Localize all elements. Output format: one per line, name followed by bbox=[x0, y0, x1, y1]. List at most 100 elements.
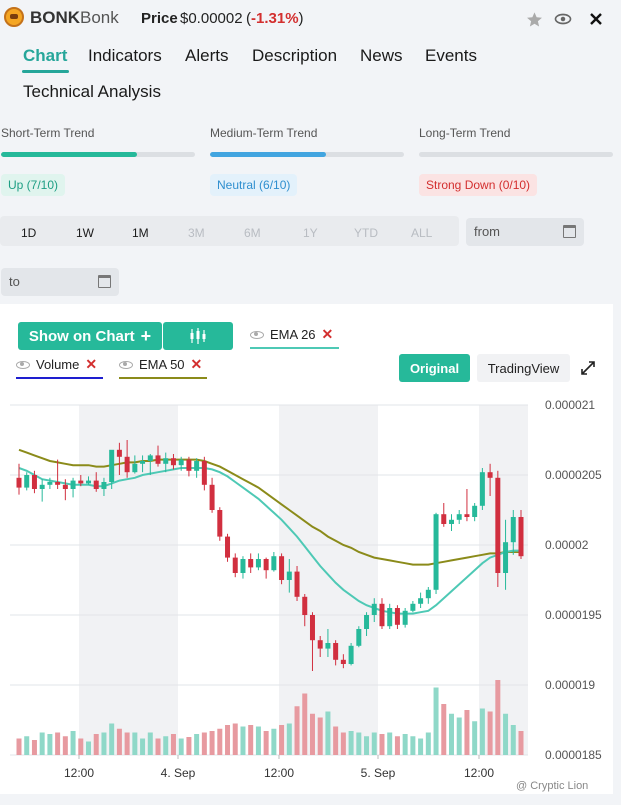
tab-alerts[interactable]: Alerts bbox=[185, 46, 228, 66]
eye-icon[interactable] bbox=[16, 360, 30, 369]
star-icon[interactable] bbox=[524, 9, 544, 29]
volume-bar bbox=[286, 723, 292, 755]
candle-body bbox=[209, 484, 215, 510]
volume-bar bbox=[170, 734, 176, 755]
long-term-trend: Long-Term Trend Strong Down (0/10) bbox=[419, 126, 613, 196]
candle-body bbox=[410, 603, 416, 611]
candle-body bbox=[132, 463, 138, 473]
tradingview-button[interactable]: TradingView bbox=[477, 354, 570, 382]
candle-body bbox=[201, 461, 207, 485]
range-ytd-button[interactable]: YTD bbox=[354, 226, 378, 240]
volume-bar bbox=[263, 731, 269, 755]
range-1w-button[interactable]: 1W bbox=[76, 226, 94, 240]
tab-indicators[interactable]: Indicators bbox=[88, 46, 162, 66]
active-tab-indicator bbox=[22, 70, 69, 73]
volume-bar bbox=[140, 738, 146, 755]
volume-bar bbox=[279, 725, 285, 755]
show-on-chart-label: Show on Chart bbox=[28, 327, 135, 345]
trend-bar-fill bbox=[210, 152, 327, 157]
range-6m-button[interactable]: 6M bbox=[244, 226, 261, 240]
close-icon[interactable] bbox=[586, 9, 606, 29]
candle-body bbox=[255, 559, 261, 568]
volume-bar bbox=[503, 713, 509, 755]
eye-icon[interactable] bbox=[553, 9, 573, 29]
volume-bar bbox=[410, 736, 416, 755]
price-chart[interactable]: 0.000021 0.0000205 0.00002 0.0000195 0.00001… bbox=[0, 400, 613, 780]
volume-bar bbox=[448, 713, 454, 755]
tab-technical-analysis[interactable]: Technical Analysis bbox=[23, 82, 161, 102]
volume-bar bbox=[302, 693, 308, 755]
volume-bar bbox=[132, 732, 138, 755]
plus-icon: + bbox=[140, 325, 152, 346]
range-1y-button[interactable]: 1Y bbox=[303, 226, 318, 240]
indicator-ema26[interactable]: EMA 26 ✕ bbox=[250, 326, 339, 349]
x-tick-label: 12:00 bbox=[464, 766, 494, 780]
y-tick-label: 0.000021 bbox=[545, 400, 595, 412]
volume-bar bbox=[62, 736, 68, 755]
range-3m-button[interactable]: 3M bbox=[188, 226, 205, 240]
volume-bar bbox=[317, 717, 323, 755]
tab-chart[interactable]: Chart bbox=[23, 46, 67, 66]
candle-body bbox=[93, 480, 99, 489]
remove-icon[interactable]: ✕ bbox=[191, 356, 203, 373]
candle-body bbox=[225, 536, 231, 558]
candle-body bbox=[163, 458, 169, 464]
remove-icon[interactable]: ✕ bbox=[322, 326, 334, 343]
candle-body bbox=[464, 514, 470, 517]
x-tick-label: 12:00 bbox=[264, 766, 294, 780]
volume-bar bbox=[116, 728, 122, 755]
indicator-label: Volume bbox=[36, 357, 80, 372]
indicator-volume[interactable]: Volume ✕ bbox=[16, 356, 103, 379]
trend-label: Short-Term Trend bbox=[1, 126, 95, 140]
date-to-field[interactable]: to bbox=[1, 268, 119, 296]
indicator-label: EMA 50 bbox=[139, 357, 185, 372]
candle-body bbox=[503, 542, 509, 573]
tab-news[interactable]: News bbox=[360, 46, 403, 66]
candle-body bbox=[510, 517, 516, 543]
volume-bar bbox=[93, 734, 99, 755]
volume-bar bbox=[109, 723, 115, 755]
calendar-icon bbox=[563, 225, 576, 238]
original-chart-button[interactable]: Original bbox=[399, 354, 470, 382]
range-1m-button[interactable]: 1M bbox=[132, 226, 149, 240]
trend-bar bbox=[210, 152, 404, 157]
range-all-button[interactable]: ALL bbox=[411, 226, 432, 240]
volume-bar bbox=[387, 732, 393, 755]
candle-body bbox=[441, 514, 447, 524]
eye-icon[interactable] bbox=[119, 360, 133, 369]
volume-bar bbox=[333, 726, 339, 755]
candle-body bbox=[425, 589, 431, 599]
eye-icon[interactable] bbox=[250, 330, 264, 339]
candle-body bbox=[317, 640, 323, 649]
remove-icon[interactable]: ✕ bbox=[85, 356, 97, 373]
candle-body bbox=[170, 458, 176, 466]
indicator-ema50[interactable]: EMA 50 ✕ bbox=[119, 356, 207, 379]
tab-events[interactable]: Events bbox=[425, 46, 477, 66]
volume-bar bbox=[309, 713, 315, 755]
volume-bar bbox=[425, 732, 431, 755]
volume-bar bbox=[232, 723, 238, 755]
candle-body bbox=[348, 645, 354, 664]
volume-bar bbox=[510, 725, 516, 755]
volume-bar bbox=[464, 710, 470, 755]
candle-body bbox=[487, 472, 493, 478]
volume-bar bbox=[479, 708, 485, 755]
tab-description[interactable]: Description bbox=[252, 46, 337, 66]
range-1d-button[interactable]: 1D bbox=[21, 226, 36, 240]
candle-body bbox=[387, 608, 393, 627]
chart-type-button[interactable] bbox=[163, 322, 233, 350]
candle-body bbox=[101, 482, 107, 489]
volume-bar bbox=[155, 738, 161, 755]
volume-bar bbox=[194, 734, 200, 755]
show-on-chart-button[interactable]: Show on Chart + bbox=[18, 322, 162, 350]
volume-bar bbox=[371, 732, 377, 755]
volume-bar bbox=[31, 740, 37, 755]
expand-icon[interactable] bbox=[580, 360, 596, 376]
candle-body bbox=[472, 505, 478, 517]
date-from-field[interactable]: from bbox=[466, 218, 584, 246]
candle-body bbox=[418, 598, 424, 604]
candle-body bbox=[78, 480, 84, 484]
price-label: Price bbox=[141, 10, 178, 27]
y-tick-label: 0.00002 bbox=[545, 538, 589, 552]
y-tick-label: 0.000019 bbox=[545, 678, 595, 692]
